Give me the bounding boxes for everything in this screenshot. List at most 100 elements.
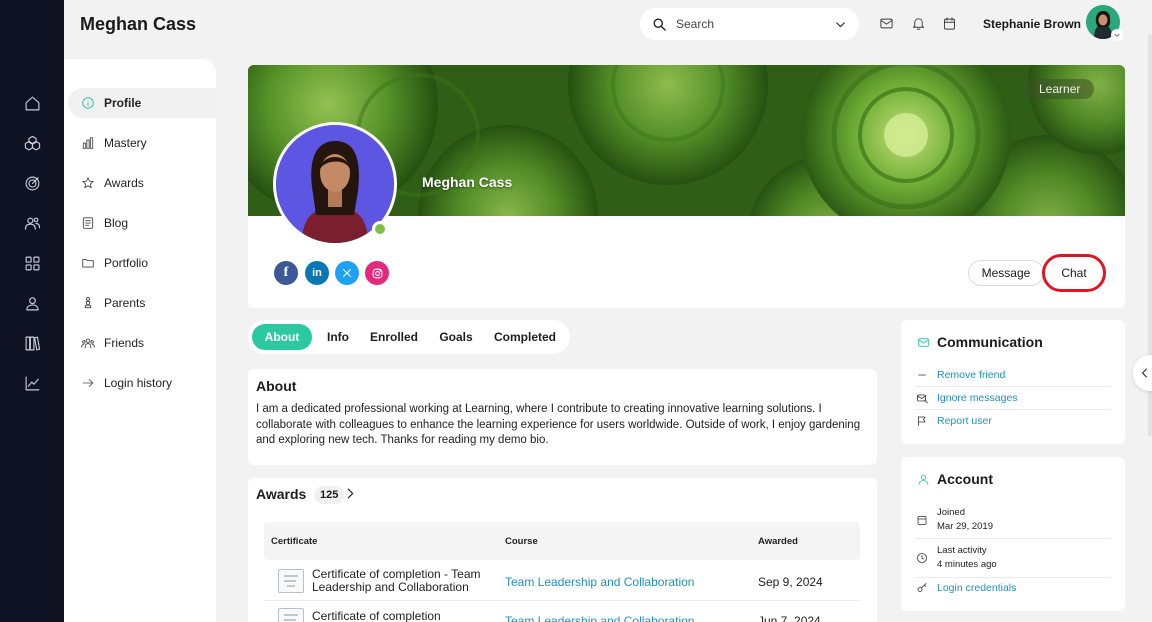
document-icon xyxy=(80,215,96,231)
bell-icon[interactable] xyxy=(911,16,927,32)
subnav-item-friends[interactable]: Friends xyxy=(68,328,216,358)
certificate-name: Certificate of completion xyxy=(312,609,441,622)
tab-completed[interactable]: Completed xyxy=(490,324,560,350)
remove-friend-link[interactable]: Remove friend xyxy=(937,369,1005,381)
role-badge: Learner xyxy=(1025,79,1095,99)
page-title: Meghan Cass xyxy=(80,14,197,34)
course-link[interactable]: Team Leadership and Collaboration xyxy=(505,614,694,622)
account-title: Account xyxy=(937,471,993,487)
target-icon[interactable] xyxy=(22,173,42,193)
grid-icon[interactable] xyxy=(22,253,42,273)
subnav-item-parents[interactable]: Parents xyxy=(68,288,216,318)
message-button[interactable]: Message xyxy=(968,260,1044,286)
subnav-item-portfolio[interactable]: Portfolio xyxy=(68,248,216,278)
column-header-awarded: Awarded xyxy=(758,536,798,547)
awards-card: Awards 125 Certificate Course Awarded Ce… xyxy=(248,478,877,622)
tab-enrolled[interactable]: Enrolled xyxy=(366,324,422,350)
x-icon[interactable] xyxy=(335,261,359,285)
bar-chart-icon xyxy=(80,135,96,151)
cubes-icon[interactable] xyxy=(22,133,42,153)
chevron-down-icon[interactable] xyxy=(834,18,847,31)
subnav-item-label: Friends xyxy=(104,336,145,350)
profile-subnav: Profile Mastery Awards Blog Portfolio Pa… xyxy=(64,59,216,622)
tab-info[interactable]: Info xyxy=(320,324,356,350)
ignore-messages-link[interactable]: Ignore messages xyxy=(937,392,1018,404)
chess-icon xyxy=(80,295,96,311)
awards-table-header: Certificate Course Awarded xyxy=(264,522,860,560)
users-icon[interactable] xyxy=(22,213,42,233)
home-icon[interactable] xyxy=(22,93,42,113)
communication-title: Communication xyxy=(937,334,1043,350)
subnav-item-mastery[interactable]: Mastery xyxy=(68,128,216,158)
clock-icon xyxy=(915,551,929,565)
current-user-name[interactable]: Stephanie Brown xyxy=(983,17,1081,31)
report-user-item[interactable]: Report user xyxy=(915,414,1111,428)
subnav-item-label: Login history xyxy=(104,376,173,390)
login-credentials-item[interactable]: Login credentials xyxy=(915,581,1111,595)
search-bar[interactable]: Search xyxy=(640,8,859,40)
people-icon xyxy=(80,335,96,351)
search-icon xyxy=(652,17,667,32)
user-icon[interactable] xyxy=(22,293,42,313)
table-row: Certificate of completion - Team Leaders… xyxy=(264,561,860,601)
subnav-item-label: Portfolio xyxy=(104,256,149,270)
column-header-certificate: Certificate xyxy=(271,536,318,547)
chat-button[interactable]: Chat xyxy=(1042,254,1106,292)
user-icon xyxy=(917,472,931,486)
joined-item: Joined Mar 29, 2019 xyxy=(915,506,1111,534)
communication-header: Communication xyxy=(917,334,1043,350)
table-row: Certificate of completion Team Leadershi… xyxy=(264,600,860,622)
library-icon[interactable] xyxy=(22,333,42,353)
calendar-icon[interactable] xyxy=(942,16,958,32)
joined-value: Mar 29, 2019 xyxy=(937,521,993,532)
login-credentials-link[interactable]: Login credentials xyxy=(937,582,1016,594)
subnav-item-label: Blog xyxy=(104,216,129,230)
chevron-left-icon xyxy=(1142,368,1147,378)
column-header-course: Course xyxy=(505,536,538,547)
awards-count-badge: 125 xyxy=(314,486,345,504)
calendar-icon xyxy=(915,513,929,527)
awarded-date: Jun 7, 2024 xyxy=(758,614,821,622)
certificate-name: Certificate of completion - Team Leaders… xyxy=(312,567,481,594)
last-activity-label: Last activity xyxy=(937,545,987,556)
app-rail xyxy=(0,0,64,622)
awards-title: Awards xyxy=(256,486,307,502)
about-card: About I am a dedicated professional work… xyxy=(248,369,877,465)
subnav-item-blog[interactable]: Blog xyxy=(68,208,216,238)
subnav-item-awards[interactable]: Awards xyxy=(68,168,216,198)
course-link[interactable]: Team Leadership and Collaboration xyxy=(505,575,694,589)
remove-friend-item[interactable]: Remove friend xyxy=(915,368,1111,382)
ignore-messages-item[interactable]: Ignore messages xyxy=(915,391,1111,405)
tab-goals[interactable]: Goals xyxy=(432,324,480,350)
subnav-item-label: Parents xyxy=(104,296,146,310)
info-icon xyxy=(80,95,96,111)
chart-line-icon[interactable] xyxy=(22,373,42,393)
linkedin-icon[interactable]: in xyxy=(305,261,329,285)
certificate-icon xyxy=(278,569,304,593)
subnav-item-label: Awards xyxy=(104,176,144,190)
about-title: About xyxy=(256,378,297,394)
certificate-icon xyxy=(278,608,304,622)
profile-name: Meghan Cass xyxy=(422,174,513,190)
chevron-right-icon[interactable] xyxy=(344,487,358,501)
mail-icon[interactable] xyxy=(879,16,895,32)
key-icon xyxy=(915,581,929,595)
last-activity-value: 4 minutes ago xyxy=(937,559,997,570)
report-user-link[interactable]: Report user xyxy=(937,415,992,427)
tab-about[interactable]: About xyxy=(252,324,312,350)
subnav-item-login-history[interactable]: Login history xyxy=(68,368,216,398)
online-status-indicator xyxy=(372,221,388,237)
instagram-icon[interactable] xyxy=(365,261,389,285)
account-header: Account xyxy=(917,471,993,487)
collapse-panel-button[interactable] xyxy=(1133,355,1152,391)
communication-card: Communication Remove friend Ignore messa… xyxy=(901,320,1125,444)
mail-off-icon xyxy=(915,391,929,405)
facebook-icon[interactable]: f xyxy=(274,261,298,285)
last-activity-item: Last activity 4 minutes ago xyxy=(915,544,1111,572)
subnav-item-profile[interactable]: Profile xyxy=(68,88,216,118)
flag-icon xyxy=(915,414,929,428)
search-input[interactable]: Search xyxy=(676,17,834,31)
account-menu-chevron-icon[interactable] xyxy=(1111,29,1123,41)
profile-tabs: About Info Enrolled Goals Completed xyxy=(248,320,570,354)
account-card: Account Joined Mar 29, 2019 Last activit… xyxy=(901,457,1125,611)
